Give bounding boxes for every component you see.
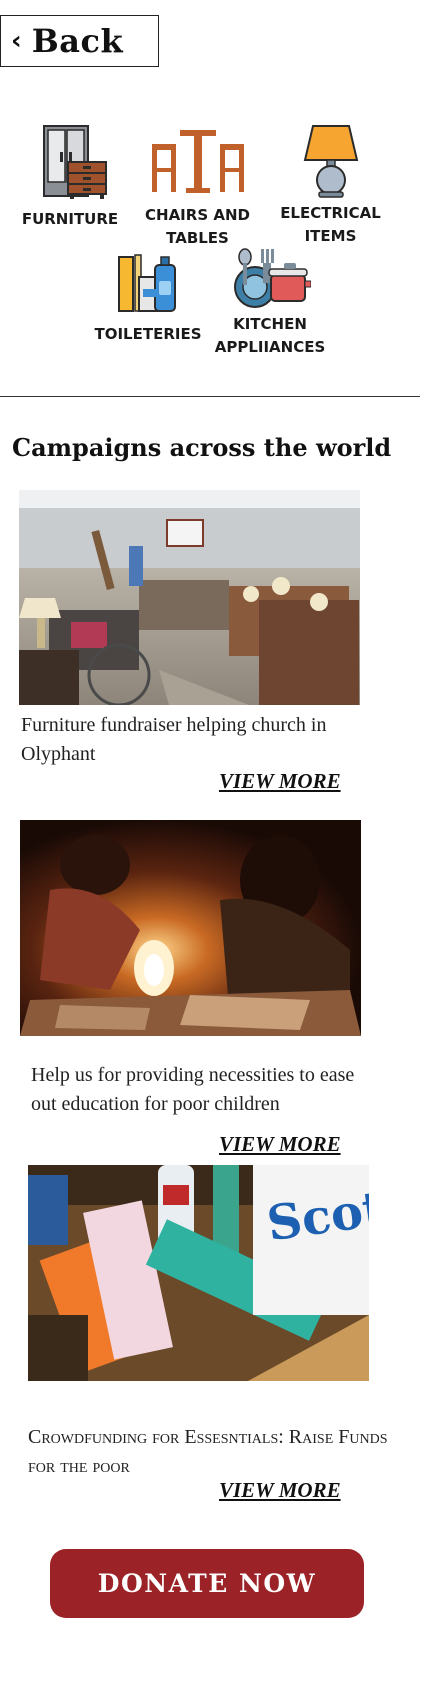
- campaign-image-furniture[interactable]: [19, 490, 360, 705]
- category-label: TOILETERIES: [94, 325, 202, 343]
- campaign-text: Furniture fundraiser helping church in O…: [21, 714, 327, 765]
- children-lamp-photo: [20, 820, 361, 1036]
- campaign-text: Crowdfunding for Essesntials: Raise Fund…: [28, 1426, 388, 1477]
- kitchen-icon: [234, 248, 311, 308]
- category-furniture[interactable]: FURNITURE: [20, 124, 120, 231]
- view-more-link[interactable]: VIEW MORE: [219, 1478, 341, 1503]
- view-more-link[interactable]: VIEW MORE: [219, 1132, 341, 1157]
- category-electrical[interactable]: ELECTRICAL ITEMS: [268, 124, 393, 248]
- back-label: Back: [31, 22, 124, 60]
- furniture-hall-photo: [19, 490, 360, 705]
- campaigns-title: Campaigns across the world: [12, 433, 392, 462]
- category-label: CHAIRS AND TABLES: [145, 206, 250, 247]
- campaign-text: Help us for providing necessities to eas…: [31, 1064, 355, 1115]
- category-label: KITCHEN APPLIIANCES: [214, 315, 326, 356]
- category-kitchen[interactable]: KITCHEN APPLIIANCES: [205, 247, 335, 359]
- toiletries-icon: [118, 254, 176, 312]
- chevron-left-icon: ‹: [11, 26, 22, 56]
- category-label: FURNITURE: [21, 210, 119, 228]
- back-button[interactable]: ‹ Back: [0, 15, 159, 67]
- category-chairs-tables[interactable]: CHAIRS AND TABLES: [135, 130, 260, 250]
- essentials-box-photo: Scot: [28, 1165, 369, 1381]
- chairs-tables-icon: [151, 130, 244, 193]
- section-divider: [0, 396, 420, 397]
- campaign-image-education[interactable]: [20, 820, 361, 1036]
- lamp-icon: [303, 125, 358, 198]
- category-toiletries[interactable]: TOILETERIES: [88, 251, 208, 346]
- view-more-link[interactable]: VIEW MORE: [219, 769, 341, 794]
- furniture-icon: [43, 125, 107, 199]
- campaign-image-essentials[interactable]: Scot: [28, 1165, 369, 1381]
- category-label: ELECTRICAL ITEMS: [280, 204, 381, 245]
- donate-now-button[interactable]: DONATE NOW: [50, 1549, 364, 1618]
